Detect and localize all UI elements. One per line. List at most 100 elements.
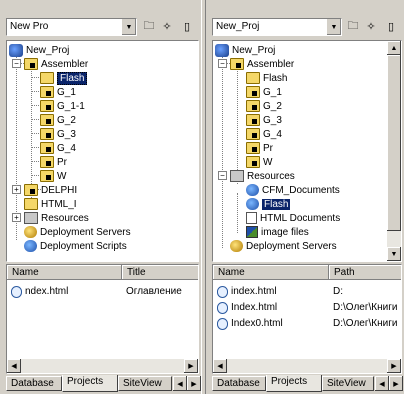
locked-folder-icon <box>40 114 54 126</box>
tree-item[interactable]: G_2 <box>40 113 76 127</box>
wand-icon[interactable]: ✧ <box>159 18 175 35</box>
tab-database[interactable]: Database <box>212 376 266 391</box>
collapse-icon[interactable]: − <box>218 59 227 68</box>
file-title: Оглавление <box>126 286 182 297</box>
locked-folder-icon <box>246 114 260 126</box>
chevron-down-icon[interactable]: ▼ <box>326 19 341 35</box>
locked-folder-icon <box>246 100 260 112</box>
database-icon[interactable]: ▯ <box>383 18 399 35</box>
column-header-name[interactable]: Name <box>213 265 329 280</box>
tree-item[interactable]: HTML Documents <box>246 211 340 225</box>
collapse-icon[interactable]: − <box>12 59 21 68</box>
file-row[interactable]: Index0.html <box>217 316 283 331</box>
locked-folder-icon <box>24 184 38 196</box>
scroll-left-icon[interactable]: ◀ <box>213 359 227 373</box>
scroll-right-icon[interactable]: ▶ <box>184 359 198 373</box>
tree-item[interactable]: G_1 <box>40 85 76 99</box>
tree-item[interactable]: DELPHI <box>24 183 77 197</box>
scroll-thumb[interactable] <box>387 55 401 231</box>
open-folder-icon[interactable]: 🗀 <box>345 18 361 35</box>
tree-item[interactable]: G_3 <box>40 127 76 141</box>
locked-folder-icon <box>40 142 54 154</box>
right-file-list[interactable]: Name Path index.html D: Index.html D:\Ол… <box>212 264 402 374</box>
tab-projects[interactable]: Projects <box>266 375 322 392</box>
left-toolbar: New Pro ▼ 🗀 ✧ ▯ <box>2 16 199 38</box>
left-project-combo[interactable]: New Pro ▼ <box>6 18 137 36</box>
expand-icon[interactable]: + <box>12 185 21 194</box>
tree-item[interactable]: G_1-1 <box>40 99 85 113</box>
right-project-tree[interactable]: New_Proj − Assembler Flash G_1 G_2 G_3 G… <box>212 40 402 262</box>
tree-item[interactable]: Resources <box>24 211 89 225</box>
html-file-icon <box>217 285 228 298</box>
tree-item[interactable]: Resources <box>230 169 295 183</box>
tab-projects[interactable]: Projects <box>62 375 118 392</box>
tab-siteview[interactable]: SiteView <box>322 376 374 391</box>
html-file-icon <box>217 301 228 314</box>
tab-scroll-left-icon[interactable]: ◀ <box>375 376 389 391</box>
column-header-title[interactable]: Title <box>122 265 198 280</box>
tree-item[interactable]: G_4 <box>40 141 76 155</box>
wand-icon[interactable]: ✧ <box>363 18 379 35</box>
right-tree-vertical-scrollbar[interactable]: ▲ ▼ <box>387 41 401 261</box>
tab-scroll-right-icon[interactable]: ▶ <box>389 376 403 391</box>
database-icon[interactable]: ▯ <box>179 18 195 35</box>
scroll-down-icon[interactable]: ▼ <box>387 247 401 261</box>
tree-item[interactable]: Pr <box>40 155 67 169</box>
locked-folder-icon <box>40 100 54 112</box>
tree-item[interactable]: W <box>246 155 272 169</box>
column-header-name[interactable]: Name <box>7 265 122 280</box>
tree-item[interactable]: Deployment Servers <box>24 225 131 239</box>
resources-icon <box>24 212 38 224</box>
tree-item[interactable]: G_3 <box>246 113 282 127</box>
column-header-path[interactable]: Path <box>329 265 401 280</box>
file-row[interactable]: Index.html <box>217 300 277 315</box>
left-panel: New Pro ▼ 🗀 ✧ ▯ New_Proj − Assembler Fla… <box>2 2 201 392</box>
tree-item-selected[interactable]: Flash <box>246 197 291 211</box>
tree-item[interactable]: image files <box>246 225 309 239</box>
scroll-up-icon[interactable]: ▲ <box>387 41 401 55</box>
scroll-right-icon[interactable]: ▶ <box>387 359 401 373</box>
tree-item[interactable]: Pr <box>246 141 273 155</box>
tree-item[interactable]: G_1 <box>246 85 282 99</box>
html-file-icon <box>217 317 228 330</box>
collapse-icon[interactable]: − <box>218 171 227 180</box>
tab-scroll-right-icon[interactable]: ▶ <box>187 376 201 391</box>
left-project-tree[interactable]: New_Proj − Assembler Flash G_1 G_1-1 G_2… <box>6 40 199 262</box>
right-project-combo[interactable]: New_Proj ▼ <box>212 18 342 36</box>
open-folder-icon[interactable]: 🗀 <box>141 18 157 35</box>
tree-item-selected[interactable]: Flash <box>40 71 88 85</box>
left-horizontal-scrollbar[interactable]: ◀ ▶ <box>7 359 198 373</box>
left-file-list[interactable]: Name Title ndex.html Оглавление ◀ ▶ <box>6 264 199 374</box>
tree-item[interactable]: Assembler <box>230 57 294 71</box>
right-horizontal-scrollbar[interactable]: ◀ ▶ <box>213 359 401 373</box>
locked-folder-icon <box>246 128 260 140</box>
file-row[interactable]: index.html <box>217 284 277 299</box>
file-path: D:\Олег\Книги <box>333 302 398 313</box>
scroll-left-icon[interactable]: ◀ <box>7 359 21 373</box>
tree-item[interactable]: G_2 <box>246 99 282 113</box>
tab-database[interactable]: Database <box>6 376 62 391</box>
tab-scroll-left-icon[interactable]: ◀ <box>173 376 187 391</box>
tab-siteview[interactable]: SiteView <box>118 376 172 391</box>
expand-icon[interactable]: + <box>12 213 21 222</box>
locked-folder-icon <box>40 170 54 182</box>
document-icon <box>246 212 257 224</box>
tree-item[interactable]: New_Proj <box>215 43 275 57</box>
file-row[interactable]: ndex.html <box>11 284 68 299</box>
tree-item[interactable]: G_4 <box>246 127 282 141</box>
locked-folder-icon <box>40 86 54 98</box>
locked-folder-icon <box>246 156 260 168</box>
tree-item[interactable]: HTML_I <box>24 197 77 211</box>
tree-item[interactable]: W <box>40 169 66 183</box>
tree-item[interactable]: Deployment Servers <box>230 239 337 253</box>
tree-item[interactable]: CFM_Documents <box>246 183 340 197</box>
tree-item[interactable]: New_Proj <box>9 43 69 57</box>
html-file-icon <box>11 285 22 298</box>
tree-item[interactable]: Assembler <box>24 57 88 71</box>
tree-item[interactable]: Flash <box>246 71 287 85</box>
chevron-down-icon[interactable]: ▼ <box>121 19 136 35</box>
locked-folder-icon <box>246 142 260 154</box>
tree-item[interactable]: Deployment Scripts <box>24 239 127 253</box>
server-icon <box>230 240 243 252</box>
pane-splitter[interactable] <box>201 0 206 394</box>
